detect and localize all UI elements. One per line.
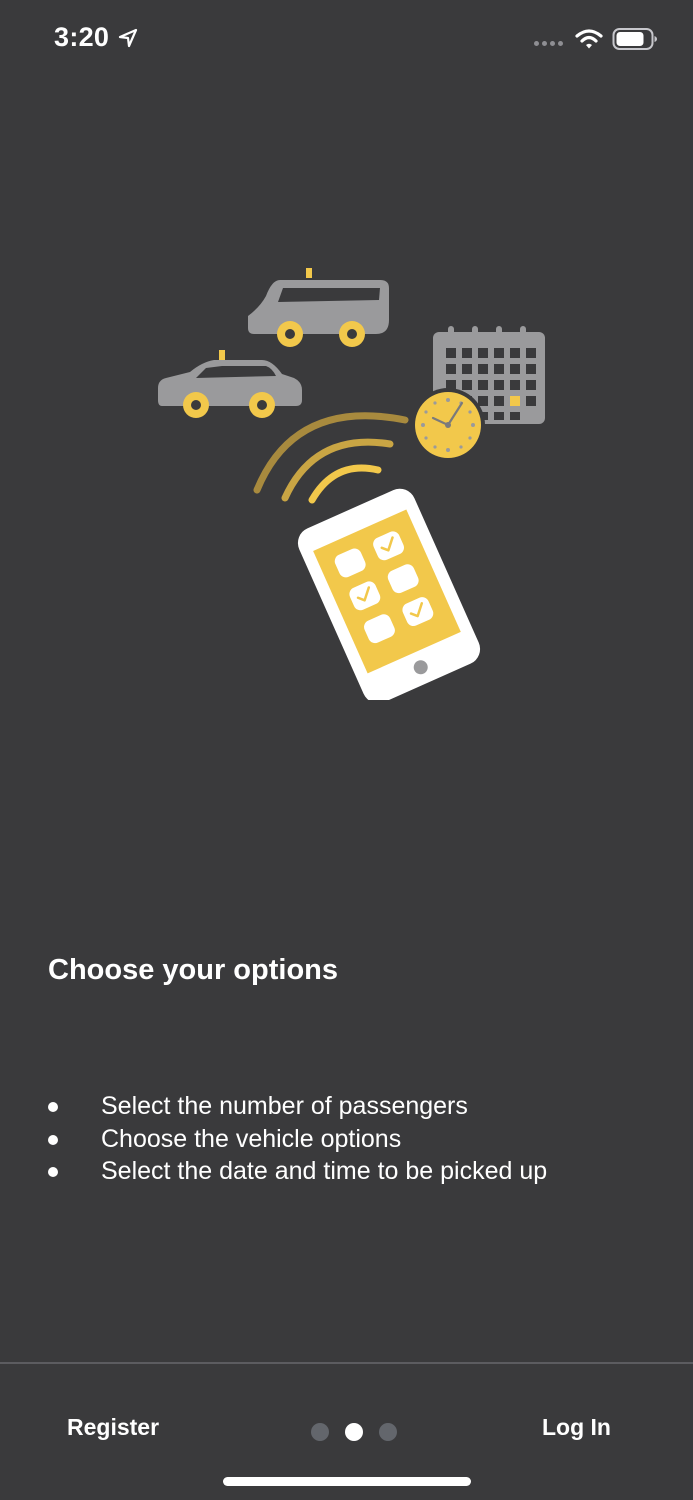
status-time: 3:20: [54, 22, 110, 52]
page-title: Choose your options: [48, 954, 338, 986]
page-dot-3[interactable]: [379, 1423, 397, 1441]
onboarding-screen: 3:20 Choose your options Select the numb…: [0, 0, 693, 1500]
battery-icon: [612, 28, 657, 50]
signal-waves-icon: [253, 412, 409, 504]
bullet-icon: [48, 1134, 58, 1145]
list-item: Select the date and time to be picked up: [46, 1155, 547, 1188]
feature-text: Select the date and time to be picked up: [101, 1157, 548, 1185]
status-bar: 3:20: [0, 0, 693, 80]
taxi-booking-illustration: [158, 268, 545, 700]
page-indicator[interactable]: [311, 1423, 397, 1441]
feature-text: Select the number of passengers: [101, 1092, 468, 1120]
taxi-car-icon: [158, 350, 302, 418]
bullet-icon: [48, 1167, 58, 1177]
location-arrow-icon: [118, 28, 138, 48]
phone-icon: [297, 488, 481, 700]
register-button[interactable]: Register: [67, 1414, 159, 1441]
taxi-van-icon: [248, 268, 389, 347]
wifi-icon: [575, 29, 603, 49]
login-button[interactable]: Log In: [542, 1414, 611, 1441]
bullet-icon: [48, 1102, 58, 1112]
list-item: Choose the vehicle options: [46, 1123, 547, 1156]
feature-list: Select the number of passengers Choose t…: [46, 1090, 547, 1188]
page-dot-2[interactable]: [345, 1423, 363, 1441]
page-dot-1[interactable]: [311, 1423, 329, 1441]
cellular-signal-icon: [534, 41, 563, 46]
footer-divider: [0, 1362, 693, 1364]
list-item: Select the number of passengers: [46, 1090, 547, 1123]
clock-icon: [411, 388, 485, 462]
feature-text: Choose the vehicle options: [101, 1124, 402, 1153]
home-indicator[interactable]: [223, 1477, 471, 1486]
